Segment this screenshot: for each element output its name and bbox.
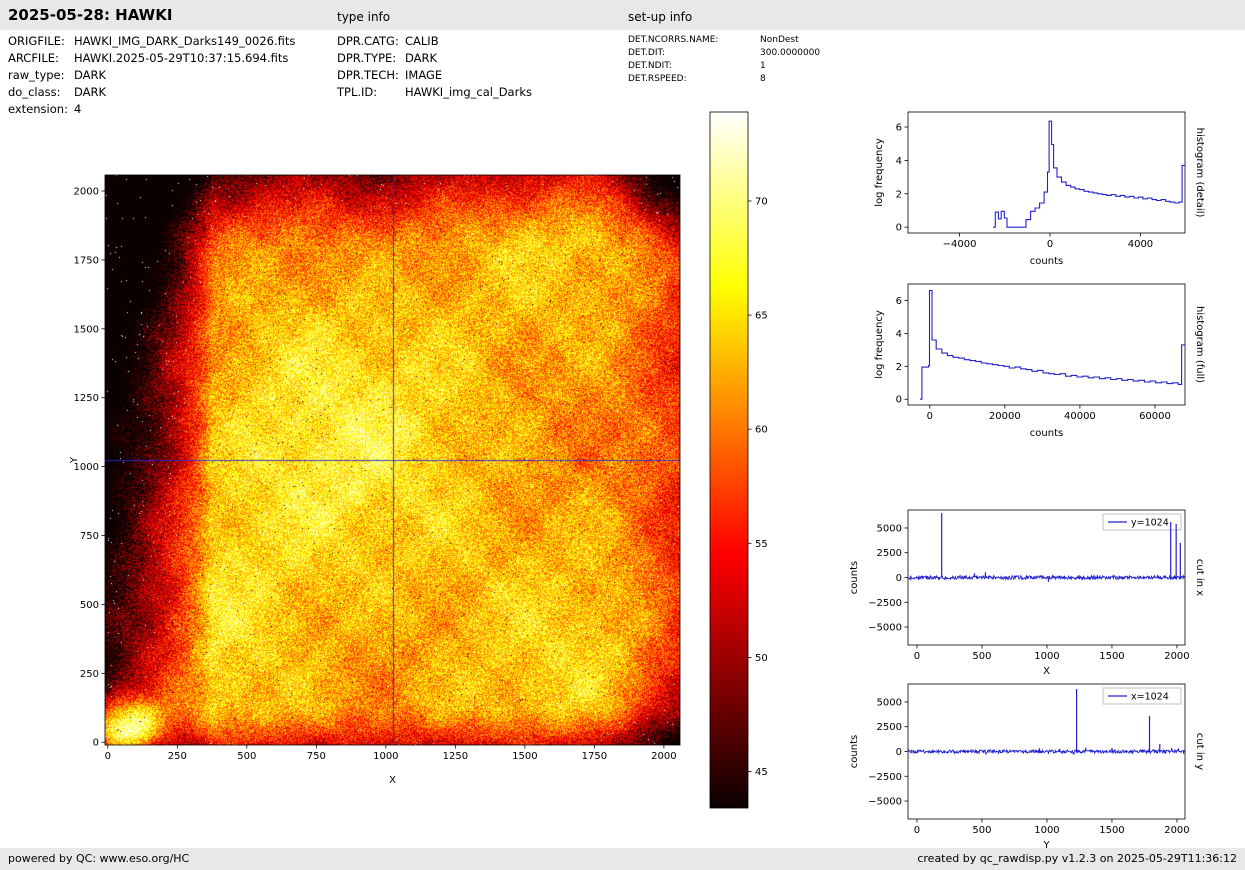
cut-noise-line — [909, 575, 1185, 582]
legend-label: x=1024 — [1131, 692, 1169, 703]
x-tick-label: 1000 — [373, 751, 398, 762]
colorbar-axis: 45 50 55 60 65 70 — [708, 106, 801, 814]
histogram-line — [920, 291, 1185, 400]
y-tick-label: 0 — [896, 223, 902, 234]
y-axis-label: log frequency — [874, 138, 885, 207]
x-tick-label: 1000 — [1034, 825, 1059, 836]
y-tick-label: −2500 — [868, 772, 902, 783]
y-tick-label: 250 — [80, 669, 99, 680]
y-tick-label: 0 — [896, 573, 902, 584]
main-image-plot: 0 250 500 750 1000 1250 1500 1750 2000 0 250 500 750… — [40, 163, 725, 797]
x-tick-label: 1750 — [582, 751, 607, 762]
cut-y-plot: 0500100015002000−5000−2500025005000Ycoun… — [843, 672, 1230, 870]
y-tick-label: 0 — [896, 395, 902, 406]
right-side-label: cut in y — [1194, 733, 1205, 770]
y-tick-label: 1250 — [74, 393, 99, 404]
x-tick-label: 500 — [972, 825, 991, 836]
x-tick-label: 750 — [307, 751, 326, 762]
x-tick-label: 500 — [237, 751, 256, 762]
x-tick-label: 1500 — [1099, 825, 1124, 836]
charts-area: 0250500750100012501500175020000250500750… — [0, 0, 1245, 870]
hist-full-plot: 0 20000 40000 60000 0 2 4 6 counts log frequency h… — [843, 272, 1230, 457]
x-tick-label: 1500 — [1099, 651, 1124, 662]
x-tick-label: −4000 — [943, 239, 977, 250]
x-tick-label: 1500 — [512, 751, 537, 762]
x-tick-label: 0 — [914, 651, 920, 662]
x-tick-label: 500 — [972, 651, 991, 662]
y-tick-label: 5000 — [877, 697, 902, 708]
x-tick-label: 60000 — [1139, 411, 1171, 422]
y-tick-label: 2500 — [877, 722, 902, 733]
y-tick-label: 0 — [896, 747, 902, 758]
colorbar-tick-label: 50 — [755, 653, 768, 664]
x-tick-label: 1000 — [1034, 651, 1059, 662]
y-tick-label: 0 — [93, 738, 99, 749]
footer-left-text: powered by QC: www.eso.org/HC — [8, 852, 189, 865]
y-tick-label: 1500 — [74, 324, 99, 335]
x-axis-label: X — [389, 775, 396, 786]
y-tick-label: −5000 — [868, 797, 902, 808]
x-tick-label: 40000 — [1064, 411, 1096, 422]
x-axis-label: counts — [1030, 256, 1063, 267]
y-tick-label: 5000 — [877, 523, 902, 534]
y-tick-label: 500 — [80, 600, 99, 611]
x-tick-label: 2000 — [1164, 825, 1189, 836]
x-tick-label: 0 — [914, 825, 920, 836]
legend: x=1024 — [1103, 688, 1181, 704]
right-side-label: cut in x — [1194, 559, 1205, 596]
cut-noise-line — [909, 748, 1185, 755]
colorbar-tick-label: 65 — [755, 311, 768, 322]
y-tick-label: 6 — [896, 123, 902, 134]
x-tick-label: 2000 — [651, 751, 676, 762]
x-tick-label: 0 — [927, 411, 933, 422]
y-tick-label: 4 — [896, 156, 902, 167]
legend-label: y=1024 — [1131, 518, 1169, 529]
colorbar-tick-label: 70 — [755, 196, 768, 207]
y-tick-label: 2 — [896, 362, 902, 373]
x-tick-label: 0 — [105, 751, 111, 762]
x-tick-label: 4000 — [1128, 239, 1153, 250]
y-axis-label: counts — [849, 561, 860, 594]
footer-bar: powered by QC: www.eso.org/HC created by… — [0, 848, 1245, 870]
right-side-label: histogram (detail) — [1194, 128, 1205, 218]
y-tick-label: 4 — [896, 329, 902, 340]
y-tick-label: −2500 — [868, 598, 902, 609]
x-tick-label: 20000 — [989, 411, 1021, 422]
y-tick-label: 2 — [896, 189, 902, 200]
x-tick-label: 2000 — [1164, 651, 1189, 662]
colorbar-tick-label: 45 — [755, 767, 768, 778]
x-tick-label: 0 — [1047, 239, 1053, 250]
y-tick-label: 750 — [80, 531, 99, 542]
qc-report-page: 2025-05-28: HAWKI type info set-up info … — [0, 0, 1245, 870]
y-axis-label: counts — [849, 735, 860, 768]
y-tick-label: 2500 — [877, 548, 902, 559]
histogram-line — [993, 121, 1185, 227]
footer-right-text: created by qc_rawdisp.py v1.2.3 on 2025-… — [917, 852, 1237, 865]
colorbar-tick-label: 60 — [755, 425, 768, 436]
x-axis-label: counts — [1030, 428, 1063, 439]
y-tick-label: −5000 — [868, 623, 902, 634]
hist-detail-plot: −4000 0 4000 0 2 4 6 counts log frequency histogr… — [843, 100, 1230, 285]
colorbar-tick-label: 55 — [755, 539, 768, 550]
y-axis-label: log frequency — [874, 310, 885, 379]
legend: y=1024 — [1103, 514, 1181, 530]
y-tick-label: 2000 — [74, 186, 99, 197]
x-tick-label: 1250 — [443, 751, 468, 762]
x-tick-label: 250 — [168, 751, 187, 762]
y-tick-label: 1750 — [74, 255, 99, 266]
y-axis-label: Y — [69, 456, 80, 464]
cut-x-plot: 0500100015002000−5000−2500025005000Xcoun… — [843, 498, 1230, 697]
right-side-label: histogram (full) — [1194, 306, 1205, 383]
y-tick-label: 6 — [896, 296, 902, 307]
